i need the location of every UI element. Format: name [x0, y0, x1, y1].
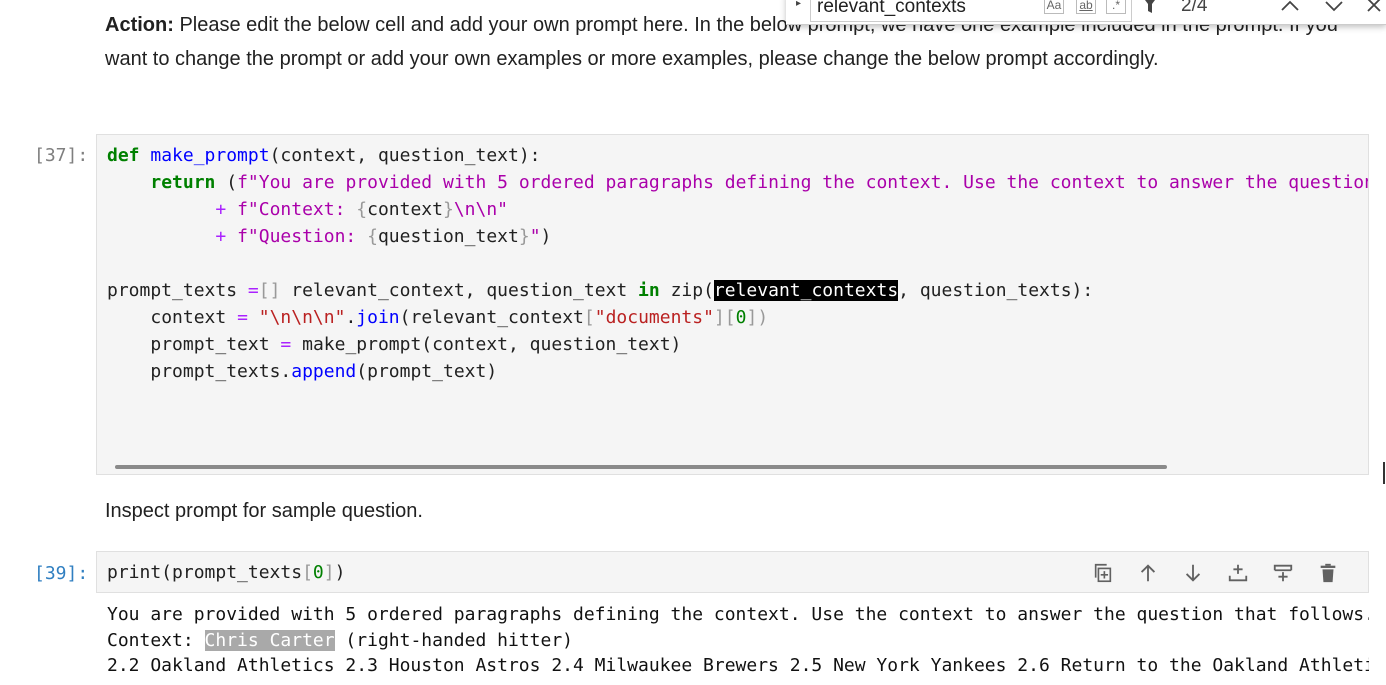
append-arg: (prompt_text) — [356, 361, 498, 382]
str-documents: "documents" — [594, 307, 714, 328]
num-zero: 0 — [735, 307, 747, 328]
bracket-3: ]) — [746, 307, 769, 328]
op-plus-1: + — [215, 199, 227, 220]
kw-return: return — [150, 172, 216, 193]
output-line-2-rest: (right-handed hitter) — [334, 629, 574, 651]
cell-39-prompt: [39]: — [34, 563, 89, 584]
cell-37-prompt: [37]: — [34, 145, 89, 166]
zip-args: , question_texts): — [898, 280, 1094, 301]
var-prompt-text: prompt_text — [150, 334, 270, 355]
code-editor-37[interactable]: def make_prompt(context, question_text):… — [107, 142, 1369, 385]
print-call: print(prompt_texts — [107, 562, 303, 583]
method-append: append — [291, 361, 357, 382]
fstring-question: f"Question: — [237, 226, 368, 247]
method-join: join — [356, 307, 400, 328]
match-count: 2/4 — [1181, 0, 1208, 16]
move-down-icon[interactable] — [1170, 561, 1215, 585]
op-assign-3: = — [280, 334, 292, 355]
fstring-end: " — [529, 226, 541, 247]
empty-list: [] — [258, 280, 281, 301]
filter-icon[interactable] — [1141, 0, 1159, 15]
code-cell-39[interactable]: print(prompt_texts[0]) — [96, 551, 1369, 593]
insert-above-icon[interactable] — [1215, 561, 1260, 585]
kw-def: def — [107, 145, 140, 166]
bracket-2: ][ — [713, 307, 736, 328]
output-context-label: Context: — [107, 629, 205, 651]
prompt-texts-ref: prompt_texts. — [150, 361, 292, 382]
bracket-1: [ — [583, 307, 595, 328]
fn-args: (context, question_text): — [269, 145, 541, 166]
var-context: context — [367, 199, 443, 220]
close-paren: ) — [540, 226, 552, 247]
brace-open-2: { — [367, 226, 378, 247]
index-zero: 0 — [312, 562, 324, 583]
code-editor-39[interactable]: print(prompt_texts[0]) — [107, 559, 345, 586]
cell-39-output: You are provided with 5 ordered paragrap… — [107, 602, 1369, 679]
duplicate-icon[interactable] — [1080, 561, 1125, 585]
find-widget: ▸ relevant_contexts Aa ab .* 2/4 — [786, 0, 1386, 25]
fstring-intro: f"You are provided with 5 ordered paragr… — [237, 172, 1369, 193]
move-up-icon[interactable] — [1125, 561, 1170, 585]
previous-match-icon[interactable] — [1278, 0, 1302, 16]
paren-close: ) — [334, 562, 346, 583]
op-assign: = — [247, 280, 259, 301]
join-arg: (relevant_context — [399, 307, 584, 328]
dot: . — [345, 307, 357, 328]
match-case-icon[interactable]: Aa — [1044, 0, 1064, 14]
insert-below-icon[interactable] — [1260, 561, 1305, 585]
bracket-open: [ — [302, 562, 313, 583]
return-paren: ( — [215, 172, 238, 193]
str-separator: "\n\n\n" — [258, 307, 346, 328]
output-line-1: You are provided with 5 ordered paragrap… — [107, 604, 1369, 625]
text-cursor — [1383, 462, 1385, 484]
next-match-icon[interactable] — [1322, 0, 1346, 16]
horizontal-scrollbar[interactable] — [115, 465, 1167, 469]
kw-in: in — [638, 280, 660, 301]
brace-open: { — [356, 199, 368, 220]
fstring-newlines: \n\n" — [453, 199, 509, 220]
op-plus-2: + — [215, 226, 227, 247]
close-icon[interactable] — [1362, 0, 1386, 16]
var-context-assign: context — [150, 307, 227, 328]
markdown-inspect-text: Inspect prompt for sample question. — [105, 500, 423, 522]
make-prompt-call: make_prompt(context, question_text) — [291, 334, 682, 355]
var-prompt-texts: prompt_texts — [107, 280, 238, 301]
output-line-3: 2.2 Oakland Athletics 2.3 Houston Astros… — [107, 655, 1369, 676]
code-cell-37[interactable]: def make_prompt(context, question_text):… — [96, 134, 1369, 475]
search-match-highlight: relevant_contexts — [713, 280, 899, 301]
toggle-replace-icon[interactable]: ▸ — [796, 0, 801, 9]
search-match-highlight-output: Chris Carter — [204, 629, 335, 651]
brace-close: } — [442, 199, 454, 220]
var-question-text: question_text — [377, 226, 519, 247]
zip-call: zip( — [659, 280, 714, 301]
cell-toolbar — [1080, 561, 1350, 585]
bracket-close: ] — [323, 562, 335, 583]
op-assign-2: = — [237, 307, 248, 328]
brace-close-2: } — [518, 226, 530, 247]
fn-name: make_prompt — [150, 145, 270, 166]
for-vars: relevant_context, question_text — [280, 280, 639, 301]
action-bold-label: Action: — [105, 14, 174, 36]
regex-icon[interactable]: .* — [1106, 0, 1126, 14]
delete-icon[interactable] — [1305, 561, 1350, 585]
fstring-context: f"Context: — [237, 199, 357, 220]
whole-word-icon[interactable]: ab — [1076, 0, 1096, 14]
